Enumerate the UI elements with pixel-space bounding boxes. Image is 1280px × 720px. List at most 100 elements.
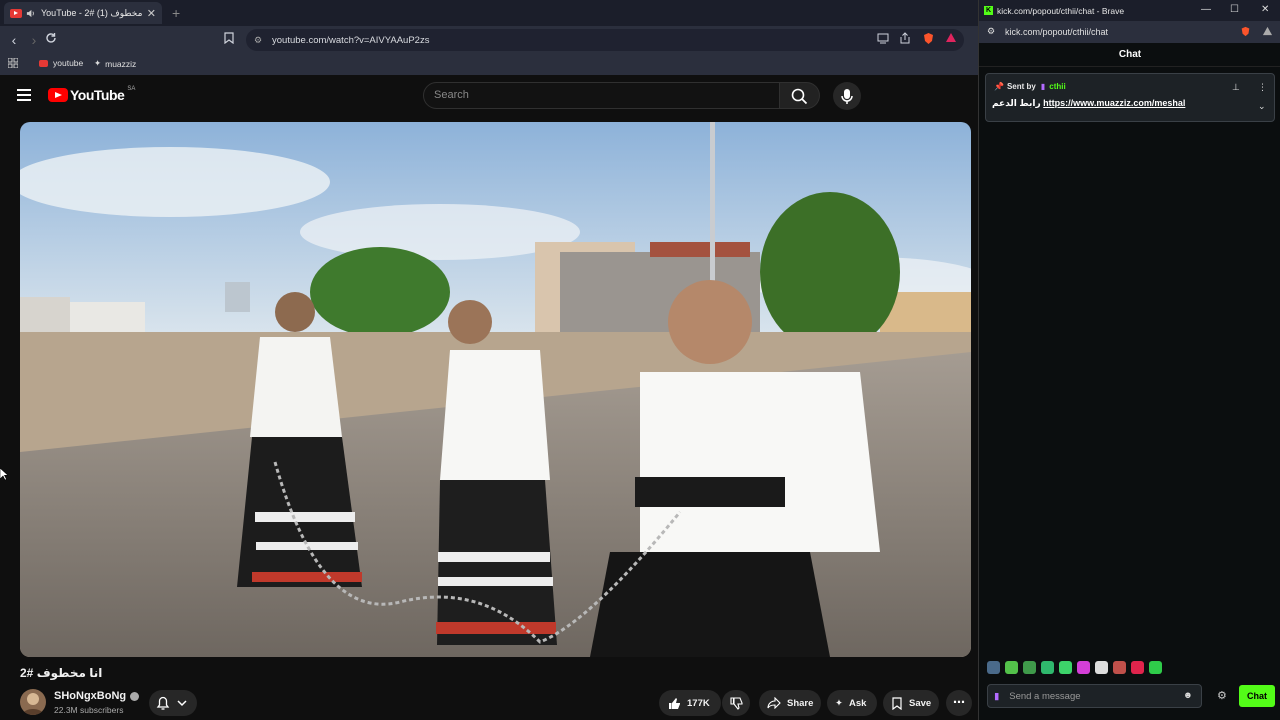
ask-label: Ask bbox=[848, 697, 867, 709]
maximize-icon[interactable]: ☐ bbox=[1230, 4, 1239, 15]
region-code: SA bbox=[127, 86, 136, 92]
expand-chevron-icon[interactable]: ⌄ bbox=[1258, 101, 1266, 112]
channel-avatar[interactable] bbox=[20, 689, 46, 715]
thumbs-up-icon bbox=[668, 697, 681, 710]
sender-name[interactable]: cthii bbox=[1049, 82, 1065, 91]
logo-text: YouTube bbox=[70, 87, 125, 103]
youtube-icon bbox=[39, 59, 48, 67]
subscriber-count: 22.3M subscribers bbox=[54, 705, 124, 715]
brave-shields-icon[interactable] bbox=[922, 32, 935, 45]
site-settings-icon[interactable]: ⚙ bbox=[254, 35, 264, 46]
emote-icon[interactable] bbox=[1059, 661, 1072, 674]
youtube-header: YouTube SA Search bbox=[0, 75, 978, 117]
tab-youtube[interactable]: YouTube - 2# انا مخطوف (1) ✕ bbox=[4, 2, 162, 24]
dislike-button[interactable] bbox=[722, 690, 750, 716]
video-player[interactable] bbox=[20, 122, 971, 657]
more-actions-button[interactable]: ⋯ bbox=[946, 690, 972, 716]
kick-chat-window: K kick.com/popout/cthii/chat - Brave — ☐… bbox=[978, 0, 1280, 720]
save-button[interactable]: Save bbox=[883, 690, 939, 716]
emote-icon[interactable] bbox=[987, 661, 1000, 674]
emote-icon[interactable] bbox=[1131, 661, 1144, 674]
site-settings-icon[interactable]: ⚙ bbox=[987, 26, 995, 37]
mouse-cursor-icon bbox=[0, 468, 8, 481]
voice-search-button[interactable] bbox=[833, 82, 861, 110]
chevron-down-icon bbox=[177, 700, 187, 707]
new-tab-button[interactable]: + bbox=[172, 5, 180, 21]
bell-icon bbox=[156, 696, 170, 710]
tab-strip: YouTube - 2# انا مخطوف (1) ✕ + bbox=[0, 0, 978, 26]
message-placeholder: Send a message bbox=[1009, 690, 1081, 702]
emote-icon[interactable] bbox=[1041, 661, 1054, 674]
like-count: 177K bbox=[687, 697, 710, 709]
search-input[interactable]: Search bbox=[423, 82, 780, 109]
video-frame-image bbox=[20, 122, 971, 657]
bookmark-page-icon[interactable] bbox=[224, 32, 234, 44]
message-input[interactable]: ▮ Send a message ☻ bbox=[987, 684, 1202, 708]
close-tab-icon[interactable]: ✕ bbox=[147, 7, 156, 20]
sparkle-icon: ✦ bbox=[835, 697, 843, 709]
unpin-icon[interactable]: ⊥ bbox=[1232, 82, 1240, 93]
reload-icon[interactable] bbox=[45, 32, 61, 48]
message-prefix: رابط الدعم bbox=[992, 98, 1041, 108]
brave-shields-icon[interactable] bbox=[1240, 26, 1251, 37]
apps-grid-icon[interactable] bbox=[8, 58, 18, 68]
message-link[interactable]: https://www.muazziz.com/meshal bbox=[1043, 98, 1185, 108]
cast-icon[interactable] bbox=[877, 32, 889, 44]
chat-settings-icon[interactable]: ⚙ bbox=[1217, 689, 1227, 702]
bookmark-label: muazziz bbox=[105, 58, 137, 69]
mic-badge-icon: ▮ bbox=[1040, 82, 1046, 91]
brave-rewards-icon[interactable] bbox=[945, 32, 957, 44]
bookmark-icon bbox=[892, 696, 902, 710]
share-page-icon[interactable] bbox=[899, 32, 911, 44]
share-button[interactable]: Share bbox=[759, 690, 821, 716]
bookmark-muazziz[interactable]: ✦ muazziz bbox=[94, 58, 136, 69]
back-arrow-icon[interactable]: ‹ bbox=[6, 32, 22, 48]
share-arrow-icon bbox=[767, 697, 781, 709]
channel-name-text: SHoNgxBoNg bbox=[54, 690, 127, 702]
hamburger-menu-icon[interactable] bbox=[17, 89, 31, 101]
window-title-bar: K kick.com/popout/cthii/chat - Brave — ☐… bbox=[979, 0, 1280, 21]
search-box: Search bbox=[423, 82, 823, 109]
minimize-icon[interactable]: — bbox=[1201, 4, 1211, 15]
popup-address-text[interactable]: kick.com/popout/cthii/chat bbox=[1005, 27, 1108, 37]
search-button[interactable] bbox=[780, 82, 820, 109]
like-button[interactable]: 177K bbox=[659, 690, 721, 716]
thumbs-down-icon bbox=[729, 696, 743, 710]
pinned-message: 📌 Sent by ▮ cthii ⊥ ⋮ رابط الدعم https:/… bbox=[985, 73, 1275, 122]
emote-icon[interactable] bbox=[1095, 661, 1108, 674]
emote-icon[interactable] bbox=[1113, 661, 1126, 674]
microphone-badge-icon: ▮ bbox=[994, 690, 1000, 702]
brave-rewards-icon[interactable] bbox=[1262, 26, 1273, 37]
emote-icon[interactable] bbox=[1005, 661, 1018, 674]
notification-bell-button[interactable] bbox=[149, 690, 197, 716]
close-window-icon[interactable]: ✕ bbox=[1261, 4, 1269, 15]
forward-arrow-icon[interactable]: › bbox=[26, 32, 42, 48]
emote-bar bbox=[987, 661, 1162, 674]
emoji-picker-icon[interactable]: ☻ bbox=[1183, 690, 1193, 701]
save-label: Save bbox=[909, 697, 932, 709]
address-bar[interactable]: ⚙ youtube.com/watch?v=AIVYAAuP2zs bbox=[246, 29, 964, 51]
youtube-logo[interactable]: YouTube SA bbox=[48, 86, 136, 103]
microphone-icon bbox=[841, 89, 853, 104]
emote-icon[interactable] bbox=[1149, 661, 1162, 674]
youtube-favicon-icon bbox=[10, 8, 22, 18]
sent-by-label: Sent by bbox=[1006, 82, 1036, 91]
bookmarks-bar: youtube ✦ muazziz bbox=[0, 53, 978, 75]
pinned-message-text: رابط الدعم https://www.muazziz.com/mesha… bbox=[992, 98, 1185, 109]
emote-icon[interactable] bbox=[1077, 661, 1090, 674]
kebab-menu-icon[interactable]: ⋮ bbox=[1258, 82, 1267, 93]
address-text: youtube.com/watch?v=AIVYAAuP2zs bbox=[272, 34, 430, 46]
popup-address-bar: ⚙ kick.com/popout/cthii/chat bbox=[979, 21, 1280, 43]
chat-header: Chat bbox=[979, 43, 1280, 67]
muazziz-icon: ✦ bbox=[94, 58, 102, 68]
youtube-play-icon bbox=[48, 88, 68, 102]
emote-icon[interactable] bbox=[1023, 661, 1036, 674]
channel-name[interactable]: SHoNgxBoNg bbox=[54, 690, 140, 702]
window-title: kick.com/popout/cthii/chat - Brave bbox=[997, 5, 1125, 16]
bookmark-youtube[interactable]: youtube bbox=[39, 58, 83, 68]
send-chat-button[interactable]: Chat bbox=[1239, 685, 1275, 707]
share-label: Share bbox=[787, 697, 814, 709]
kick-logo-icon: K bbox=[984, 6, 993, 15]
speaker-icon[interactable] bbox=[26, 9, 35, 18]
ask-button[interactable]: ✦ Ask bbox=[827, 690, 877, 716]
